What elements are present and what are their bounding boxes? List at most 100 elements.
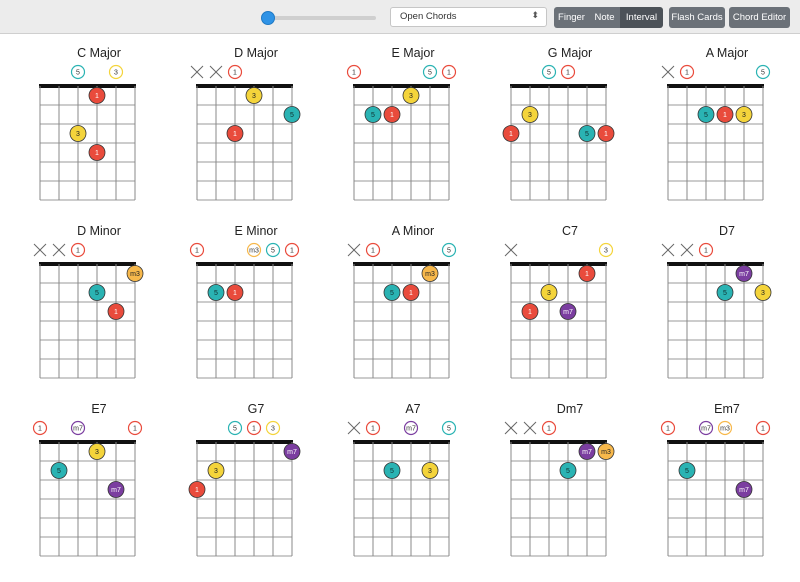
nut (196, 84, 293, 88)
finger-dot-interval-label: 5 (95, 290, 99, 297)
label-mode-finger-button[interactable]: Finger (554, 7, 589, 28)
open-string-interval-label: 5 (428, 70, 432, 77)
nut (196, 262, 293, 266)
fretboard: 5 1 3 1 5 1 (502, 64, 615, 201)
nut (667, 84, 764, 88)
fretboard: 1 m7 m3 5 (504, 420, 615, 557)
open-string-interval-label: m3 (249, 248, 259, 255)
finger-dot-interval-label: 5 (585, 131, 589, 138)
label-mode-note-button[interactable]: Note (589, 7, 620, 28)
chord-diagram[interactable]: Dm7 1 m7 m3 5 (491, 402, 649, 582)
slider-thumb[interactable] (261, 11, 275, 25)
open-string-interval-label: 5 (271, 248, 275, 255)
finger-dot-interval-label: m7 (739, 271, 749, 278)
toolbar: Open Chords ⬍ Finger Note Interval Flash… (0, 0, 800, 34)
open-string-interval-label: 1 (761, 426, 765, 433)
fretboard: 1 m7 5 3 (661, 242, 772, 379)
fretboard: 1 m3 5 1 5 1 (189, 242, 300, 379)
chord-diagram[interactable]: Em7 1 m7 m3 1 5 m7 (648, 402, 800, 582)
finger-dot-interval-label: 5 (390, 290, 394, 297)
fretboard: 5 3 1 3 1 (39, 64, 136, 201)
chord-diagram[interactable]: E Major 1 5 1 3 5 1 (334, 46, 492, 226)
open-string-interval-label: 3 (271, 426, 275, 433)
fretboard: 1 m7 5 5 3 (347, 420, 457, 557)
finger-dot-interval-label: m3 (425, 271, 435, 278)
open-string-interval-label: 5 (447, 426, 451, 433)
chord-diagram[interactable]: E Minor 1 m3 5 1 5 1 (177, 224, 335, 404)
open-string-interval-label: 1 (371, 248, 375, 255)
fretboard: 1 3 5 1 (190, 64, 301, 201)
finger-dot-interval-label: 5 (371, 112, 375, 119)
finger-dot-interval-label: 1 (114, 309, 118, 316)
finger-dot-interval-label: m7 (111, 487, 121, 494)
chord-set-select[interactable]: Open Chords ⬍ (390, 7, 547, 27)
open-string-interval-label: 1 (38, 426, 42, 433)
finger-dot-interval-label: 3 (742, 112, 746, 119)
finger-dot-interval-label: 1 (390, 112, 394, 119)
label-mode-interval-button[interactable]: Interval (620, 7, 663, 28)
flash-cards-button[interactable]: Flash Cards (669, 7, 725, 28)
finger-dot-interval-label: 5 (723, 290, 727, 297)
chord-diagram[interactable]: A7 1 m7 5 5 3 (334, 402, 492, 582)
open-string-interval-label: 1 (290, 248, 294, 255)
finger-dot-interval-label: m7 (563, 309, 573, 316)
chord-diagram[interactable]: A Major 1 5 5 1 3 (648, 46, 800, 226)
nut (667, 440, 764, 444)
finger-dot-interval-label: 1 (409, 290, 413, 297)
open-string-interval-label: 1 (252, 426, 256, 433)
muted-string-icon (347, 421, 361, 435)
chord-diagram[interactable]: G7 5 1 3 m7 3 1 (177, 402, 335, 582)
open-string-interval-label: m7 (406, 426, 416, 433)
nut (353, 84, 450, 88)
finger-dot-interval-label: 1 (723, 112, 727, 119)
muted-string-icon (209, 65, 223, 79)
fretboard: 1 5 m3 5 1 (347, 242, 457, 379)
finger-dot-interval-label: m3 (130, 271, 140, 278)
open-string-interval-label: 1 (233, 70, 237, 77)
finger-dot-interval-label: 3 (95, 449, 99, 456)
open-string-interval-label: m3 (720, 426, 730, 433)
muted-string-icon (680, 243, 694, 257)
chord-diagram[interactable]: C7 3 1 3 1 m7 (491, 224, 649, 404)
finger-dot-interval-label: 5 (57, 468, 61, 475)
finger-dot-interval-label: 1 (528, 309, 532, 316)
chord-diagram[interactable]: C Major 5 3 1 3 1 (20, 46, 178, 226)
open-string-interval-label: 5 (233, 426, 237, 433)
finger-dot-interval-label: 5 (390, 468, 394, 475)
fretboard: 1 5 1 3 5 1 (346, 64, 457, 201)
finger-dot-interval-label: m7 (287, 449, 297, 456)
open-string-interval-label: 3 (604, 248, 608, 255)
finger-dot-interval-label: 1 (585, 271, 589, 278)
open-string-interval-label: 1 (666, 426, 670, 433)
chord-diagram[interactable]: E7 1 m7 1 3 5 m7 (20, 402, 178, 582)
muted-string-icon (661, 65, 675, 79)
open-string-interval-label: 5 (547, 70, 551, 77)
nut (39, 84, 136, 88)
chord-set-select-value: Open Chords (400, 11, 457, 22)
nut (510, 440, 607, 444)
finger-dot-interval-label: 3 (252, 93, 256, 100)
chord-diagram[interactable]: D7 1 m7 5 3 (648, 224, 800, 404)
open-string-interval-label: 1 (352, 70, 356, 77)
muted-string-icon (347, 243, 361, 257)
open-string-interval-label: 5 (761, 70, 765, 77)
fretboard: 1 5 5 1 3 (661, 64, 771, 201)
open-string-interval-label: m7 (701, 426, 711, 433)
chord-diagram[interactable]: A Minor 1 5 m3 5 1 (334, 224, 492, 404)
nut (196, 440, 293, 444)
finger-dot-interval-label: 5 (290, 112, 294, 119)
chord-diagram[interactable]: D Minor 1 m3 5 1 (20, 224, 178, 404)
finger-dot-interval-label: m3 (601, 449, 611, 456)
select-caret-icon: ⬍ (531, 10, 539, 20)
open-string-interval-label: 1 (76, 248, 80, 255)
nut (39, 262, 136, 266)
chord-diagram[interactable]: G Major 5 1 3 1 5 1 (491, 46, 649, 226)
finger-dot-interval-label: m7 (739, 487, 749, 494)
open-string-interval-label: 1 (704, 248, 708, 255)
fretboard: 3 1 3 1 m7 (504, 242, 614, 379)
size-slider[interactable] (258, 10, 376, 26)
chord-diagram[interactable]: D Major 1 3 5 1 (177, 46, 335, 226)
finger-dot-interval-label: 5 (566, 468, 570, 475)
muted-string-icon (504, 421, 518, 435)
chord-editor-button[interactable]: Chord Editor (729, 7, 790, 28)
